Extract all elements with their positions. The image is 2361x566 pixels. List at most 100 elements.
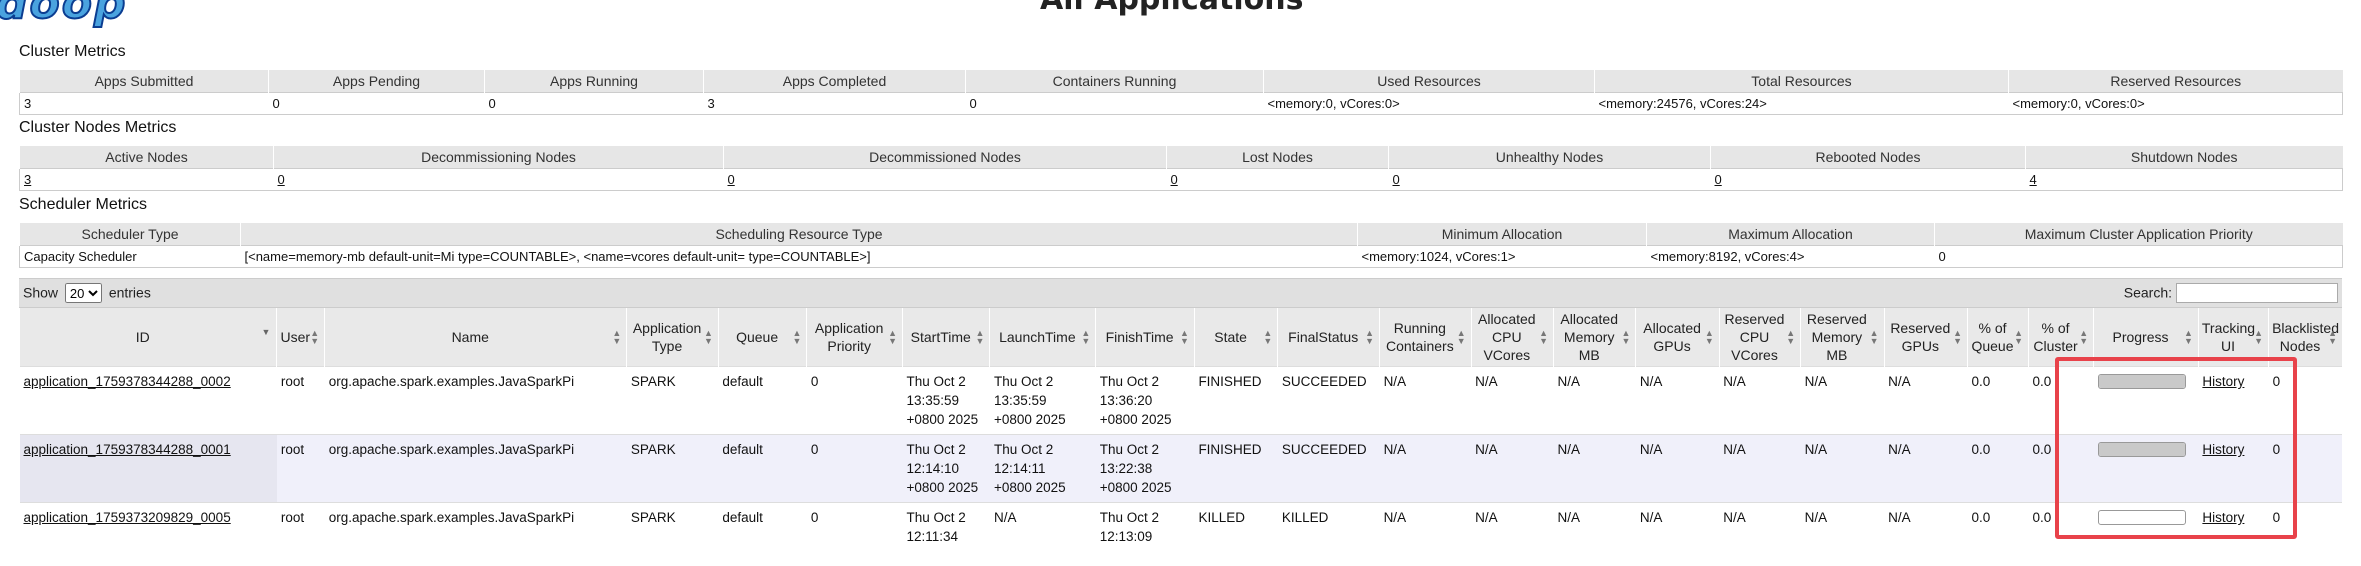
- col-blacklisted-nodes[interactable]: Blacklisted Nodes ▲ ▼: [2268, 308, 2342, 367]
- col-progress[interactable]: Progress ▲ ▼: [2093, 308, 2199, 367]
- hadoop-logo: doop: [0, 0, 128, 30]
- page-title: All Applications: [1040, 0, 1303, 17]
- cell-blacklisted: 0: [2268, 502, 2342, 566]
- cell-alloc-vcores: N/A: [1471, 502, 1554, 566]
- link-rebooted-nodes[interactable]: 0: [1715, 172, 1722, 187]
- col-launch-time-label: LaunchTime: [999, 329, 1076, 345]
- value-scheduling-resource-type: [<name=memory-mb default-unit=Mi type=CO…: [240, 245, 1358, 268]
- col-allocated-gpus[interactable]: Allocated GPUs ▲ ▼: [1635, 308, 1720, 367]
- cell-alloc-vcores: N/A: [1471, 434, 1554, 503]
- history-link[interactable]: History: [2202, 442, 2244, 457]
- col-state[interactable]: State ▲ ▼: [1193, 308, 1278, 367]
- link-lost-nodes[interactable]: 0: [1171, 172, 1178, 187]
- col-start-time[interactable]: StartTime ▲ ▼: [901, 308, 990, 367]
- col-allocated-cpu-vcores[interactable]: Allocated CPU VCores ▲ ▼: [1470, 308, 1554, 367]
- value-apps-submitted: 3: [19, 92, 269, 115]
- col-reserved-cpu-vcores[interactable]: Reserved CPU VCores ▲ ▼: [1718, 308, 1801, 367]
- cell-res-mem: N/A: [1800, 434, 1885, 503]
- col-reserved-memory-mb-label: Reserved Memory MB: [1806, 311, 1867, 363]
- col-reserved-memory-mb[interactable]: Reserved Memory MB ▲ ▼: [1800, 308, 1885, 367]
- application-id-link[interactable]: application_1759378344288_0002: [24, 374, 231, 389]
- col-pct-cluster[interactable]: % of Cluster ▲ ▼: [2028, 308, 2094, 367]
- col-name[interactable]: Name ▲ ▼: [324, 308, 627, 367]
- cell-user: root: [276, 502, 325, 566]
- cell-res-gpus: N/A: [1884, 366, 1968, 435]
- sort-icon: ▲ ▼: [1539, 328, 1548, 346]
- col-application-priority-label: Application Priority: [814, 320, 884, 354]
- header-apps-running: Apps Running: [484, 70, 704, 93]
- application-id-link[interactable]: application_1759378344288_0001: [24, 442, 231, 457]
- finish-zone: +0800 2025: [1099, 412, 1172, 427]
- col-application-type[interactable]: Application Type ▲ ▼: [626, 308, 719, 367]
- header-apps-pending: Apps Pending: [268, 70, 485, 93]
- value-apps-running: 0: [484, 92, 704, 115]
- col-id[interactable]: ID ▼: [18, 308, 277, 367]
- value-apps-completed: 3: [703, 92, 966, 115]
- cell-alloc-gpus: N/A: [1635, 502, 1720, 566]
- col-pct-queue[interactable]: % of Queue ▲ ▼: [1966, 308, 2029, 367]
- col-allocated-memory-mb[interactable]: Allocated Memory MB ▲ ▼: [1552, 308, 1636, 367]
- value-reserved-resources: <memory:0, vCores:0>: [2008, 92, 2343, 115]
- cell-final-status: SUCCEEDED: [1277, 434, 1380, 503]
- application-id-link[interactable]: application_1759373209829_0005: [24, 510, 231, 525]
- history-link[interactable]: History: [2202, 374, 2244, 389]
- header-total-resources: Total Resources: [1594, 70, 2009, 93]
- header-apps-completed: Apps Completed: [703, 70, 966, 93]
- cell-pct-cluster: 0.0: [2028, 502, 2094, 566]
- cell-start-time: Thu Oct 2 12:14:10 +0800 2025: [902, 434, 990, 503]
- progress-bar: [2097, 510, 2186, 525]
- header-minimum-allocation: Minimum Allocation: [1357, 223, 1647, 246]
- col-application-priority[interactable]: Application Priority ▲ ▼: [806, 308, 903, 367]
- cell-user: root: [276, 366, 325, 435]
- sort-icon: ▲ ▼: [2183, 328, 2193, 346]
- header-containers-running: Containers Running: [965, 70, 1264, 93]
- link-decommissioned-nodes[interactable]: 0: [728, 172, 735, 187]
- cell-queue: default: [718, 366, 807, 435]
- cell-running-containers: N/A: [1379, 434, 1472, 503]
- col-reserved-gpus[interactable]: Reserved GPUs ▲ ▼: [1883, 308, 1968, 367]
- link-active-nodes[interactable]: 3: [24, 172, 31, 187]
- cell-alloc-vcores: N/A: [1471, 366, 1554, 435]
- col-running-containers[interactable]: Running Containers ▲ ▼: [1379, 308, 1472, 367]
- col-finish-time-label: FinishTime: [1105, 329, 1174, 345]
- col-final-status[interactable]: FinalStatus ▲ ▼: [1277, 308, 1380, 367]
- sort-icon: ▲ ▼: [888, 328, 897, 346]
- header-scheduler-type: Scheduler Type: [19, 223, 241, 246]
- sort-icon: ▲ ▼: [975, 328, 985, 346]
- history-link[interactable]: History: [2202, 510, 2244, 525]
- cell-progress: [2093, 502, 2199, 566]
- link-decommissioning-nodes[interactable]: 0: [278, 172, 285, 187]
- header-apps-submitted: Apps Submitted: [19, 70, 269, 93]
- entries-select[interactable]: 20: [64, 283, 102, 303]
- col-launch-time[interactable]: LaunchTime ▲ ▼: [989, 308, 1096, 367]
- cell-state: FINISHED: [1194, 434, 1278, 503]
- link-shutdown-nodes[interactable]: 4: [2030, 172, 2037, 187]
- col-user[interactable]: User ▲ ▼: [276, 308, 325, 367]
- cell-pct-cluster: 0.0: [2028, 434, 2094, 503]
- cluster-metrics-title: Cluster Metrics: [19, 43, 126, 60]
- finish-clock: 13:22:38: [1099, 461, 1153, 476]
- cell-finish-time: Thu Oct 2 12:13:09: [1095, 502, 1195, 566]
- col-id-label: ID: [135, 329, 150, 345]
- col-application-type-label: Application Type: [632, 320, 702, 354]
- cell-alloc-mem: N/A: [1553, 434, 1636, 503]
- show-label: Show: [23, 284, 59, 301]
- header-decommissioning-nodes: Decommissioning Nodes: [273, 146, 724, 169]
- col-reserved-gpus-label: Reserved GPUs: [1890, 320, 1951, 354]
- value-maximum-allocation: <memory:8192, vCores:4>: [1646, 245, 1935, 268]
- sort-icon: ▲ ▼: [2254, 328, 2264, 346]
- value-minimum-allocation: <memory:1024, vCores:1>: [1357, 245, 1647, 268]
- search-input[interactable]: [2176, 283, 2338, 303]
- header-shutdown-nodes: Shutdown Nodes: [2025, 146, 2343, 169]
- cell-alloc-gpus: N/A: [1635, 434, 1720, 503]
- cell-launch-time: N/A: [989, 502, 1096, 566]
- col-state-label: State: [1214, 329, 1247, 345]
- cell-type: SPARK: [626, 502, 719, 566]
- col-tracking-ui[interactable]: Tracking UI ▲ ▼: [2197, 308, 2269, 367]
- col-queue[interactable]: Queue ▲ ▼: [717, 308, 807, 367]
- col-finish-time[interactable]: FinishTime ▲ ▼: [1095, 308, 1195, 367]
- cell-name: org.apache.spark.examples.JavaSparkPi: [324, 502, 627, 566]
- cell-name: org.apache.spark.examples.JavaSparkPi: [324, 366, 627, 435]
- header-used-resources: Used Resources: [1263, 70, 1595, 93]
- link-unhealthy-nodes[interactable]: 0: [1393, 172, 1400, 187]
